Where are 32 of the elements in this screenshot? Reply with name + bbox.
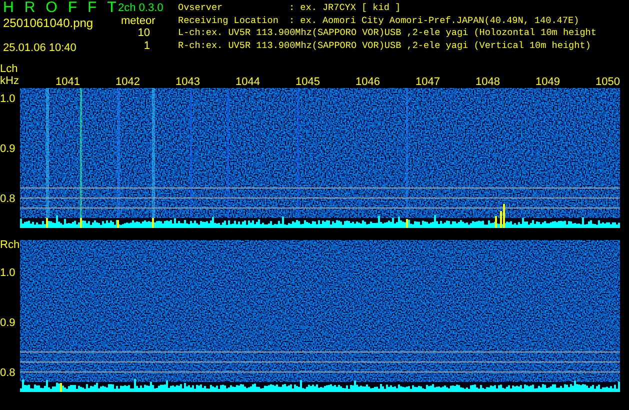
frequency-label: 1.0 [0, 268, 16, 279]
channel-setup-text: R-ch:ex. UV5R 113.900Mhz(SAPPORO VOR)USB ,2-ele yagi (Vertical 10m height) [178, 40, 591, 52]
channel-setup-text: L-ch:ex. UV5R 113.900Mhz(SAPPORO VOR)USB ,2-ele yagi (Holozontal 10m height [178, 27, 596, 40]
info-label: Ovserver [178, 2, 224, 14]
info-value: : ex. Aomori City Aomori-Pref.JAPAN(40.49N, 140.47E) [289, 14, 580, 27]
file-name: 2501061040.png [2, 16, 94, 29]
mode-label: meteor [120, 14, 156, 27]
frequency-label: 0.9 [0, 144, 16, 155]
frequency-label: 0.8 [0, 194, 16, 205]
frequency-label: 1.0 [0, 94, 16, 105]
time-label: 1044 [234, 76, 260, 88]
channel-label: Lch [0, 64, 19, 76]
time-label: 1043 [174, 76, 200, 88]
info-value: : ex. JR7CYX [ kid ] [289, 2, 401, 14]
version-label: 2ch 0.3.0 [118, 2, 164, 14]
frequency-label: 0.8 [0, 368, 16, 379]
time-label: 1045 [294, 76, 320, 88]
channel-label: Rch [0, 240, 20, 252]
time-label: 1047 [414, 76, 440, 88]
time-label: 1042 [114, 76, 140, 88]
meteor-count: 1 [142, 40, 151, 52]
time-label: 1041 [54, 76, 80, 88]
unit-label: kHz [0, 76, 20, 88]
time-label: 1048 [474, 76, 500, 88]
app-title: HROFFT [2, 2, 118, 14]
info-label: Receiving Location [178, 14, 280, 27]
time-label: 1046 [354, 76, 380, 88]
date-time: 25.01.06 10:40 [2, 42, 78, 54]
time-label: 1050 [594, 76, 620, 88]
time-label: 1049 [534, 76, 560, 88]
frequency-label: 0.9 [0, 318, 16, 329]
meteor-count: 10 [136, 27, 151, 40]
